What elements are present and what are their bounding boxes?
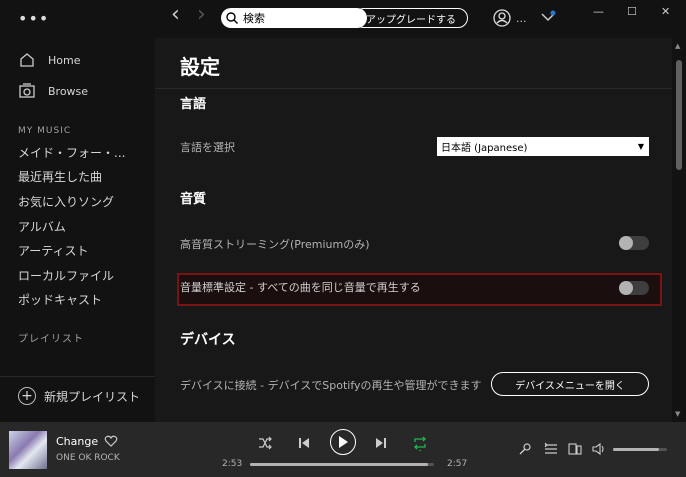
shuffle-icon[interactable] — [257, 435, 273, 451]
upgrade-button[interactable]: アップグレードする — [354, 8, 468, 28]
user-icon — [493, 9, 511, 27]
track-title[interactable]: Change — [56, 435, 98, 448]
language-select[interactable]: 日本語 (Japanese) ▼ — [437, 137, 649, 156]
sidebar-item-browse[interactable]: Browse — [18, 82, 88, 100]
browse-icon — [19, 83, 35, 98]
devices-heading: デバイス — [180, 332, 236, 348]
device-menu-button[interactable]: デバイスメニューを開く — [491, 372, 649, 396]
forward-button[interactable]: › — [197, 2, 206, 27]
toggle-knob — [619, 281, 633, 295]
page-title: 設定 — [180, 55, 220, 79]
sidebar-item-recently-played[interactable]: 最近再生した曲 — [18, 168, 102, 185]
normalize-volume-toggle[interactable] — [619, 281, 649, 295]
progress-bar[interactable] — [250, 463, 434, 466]
new-playlist-label: 新規プレイリスト — [44, 389, 141, 404]
maximize-button[interactable]: ☐ — [627, 5, 637, 18]
sidebar-item-podcasts[interactable]: ポッドキャスト — [18, 291, 102, 308]
app-menu-button[interactable]: ••• — [18, 9, 49, 28]
sidebar: ••• Home Browse MY MUSIC メイド・フォー・... 最近再… — [0, 0, 155, 422]
language-heading: 言語 — [180, 97, 207, 112]
play-button[interactable] — [330, 429, 356, 455]
minimize-button[interactable]: — — [593, 5, 604, 18]
sidebar-item-label: Browse — [48, 84, 89, 98]
devices-connect-label: デバイスに接続 - デバイスでSpotifyの再生や管理ができます — [180, 379, 482, 392]
hq-streaming-toggle[interactable] — [619, 236, 649, 250]
progress-fill — [250, 463, 429, 466]
header-divider — [155, 88, 672, 89]
sidebar-item-liked-songs[interactable]: お気に入りソング — [18, 193, 114, 210]
quality-heading: 音質 — [180, 192, 207, 207]
play-icon — [339, 436, 348, 448]
language-select-label: 言語を選択 — [180, 141, 235, 154]
normalize-volume-label: 音量標準設定 - すべての曲を同じ音量で再生する — [180, 281, 421, 294]
sidebar-item-label: Home — [48, 53, 81, 67]
heart-icon[interactable] — [104, 434, 118, 448]
back-button[interactable]: ‹ — [171, 2, 180, 27]
scrollbar[interactable]: ▲ ▼ — [672, 38, 686, 422]
caret-down-icon: ▼ — [637, 142, 644, 151]
search-box[interactable] — [221, 8, 367, 28]
user-name: ... — [516, 11, 527, 25]
top-bar: ‹ › アップグレードする ... — ☐ ✕ — [155, 0, 686, 38]
language-selected-value: 日本語 (Japanese) — [441, 143, 528, 154]
player-bar: Change ONE OK ROCK 2:53 2:57 — [0, 422, 686, 477]
duration-time: 2:57 — [447, 459, 468, 469]
plus-icon: + — [18, 387, 36, 405]
volume-icon[interactable] — [592, 442, 606, 456]
sidebar-item-made-for-you[interactable]: メイド・フォー・... — [18, 144, 125, 161]
my-music-label: MY MUSIC — [18, 126, 72, 136]
volume-fill — [613, 448, 659, 451]
sidebar-item-albums[interactable]: アルバム — [18, 218, 66, 235]
sidebar-item-local-files[interactable]: ローカルファイル — [18, 267, 114, 284]
search-icon — [226, 12, 238, 24]
toggle-knob — [619, 236, 633, 250]
scroll-thumb[interactable] — [676, 60, 682, 170]
playlists-label: プレイリスト — [18, 334, 84, 345]
elapsed-time: 2:53 — [222, 459, 243, 469]
home-icon — [20, 53, 34, 67]
scroll-up-icon[interactable]: ▲ — [675, 42, 680, 50]
track-artist[interactable]: ONE OK ROCK — [56, 453, 120, 463]
close-button[interactable]: ✕ — [661, 5, 670, 18]
new-playlist-button[interactable]: + 新規プレイリスト — [18, 387, 140, 405]
notification-chevron-icon[interactable] — [540, 9, 556, 25]
repeat-icon[interactable] — [412, 435, 428, 451]
scroll-down-icon[interactable]: ▼ — [675, 410, 680, 418]
previous-icon[interactable] — [296, 435, 312, 451]
next-icon[interactable] — [373, 435, 389, 451]
search-input[interactable] — [243, 11, 363, 25]
hq-streaming-label: 高音質ストリーミング(Premiumのみ) — [180, 238, 370, 251]
devices-icon[interactable] — [568, 442, 582, 456]
volume-slider[interactable] — [613, 448, 667, 451]
sidebar-item-artists[interactable]: アーティスト — [18, 242, 89, 259]
settings-page: 設定 言語 言語を選択 日本語 (Japanese) ▼ 音質 高音質ストリーミ… — [155, 38, 672, 422]
lyrics-mic-icon[interactable] — [518, 442, 532, 456]
queue-icon[interactable] — [544, 442, 558, 456]
user-menu[interactable]: ... — [493, 9, 527, 27]
sidebar-divider — [0, 376, 155, 377]
sidebar-item-home[interactable]: Home — [18, 51, 80, 69]
album-art[interactable] — [9, 431, 47, 469]
